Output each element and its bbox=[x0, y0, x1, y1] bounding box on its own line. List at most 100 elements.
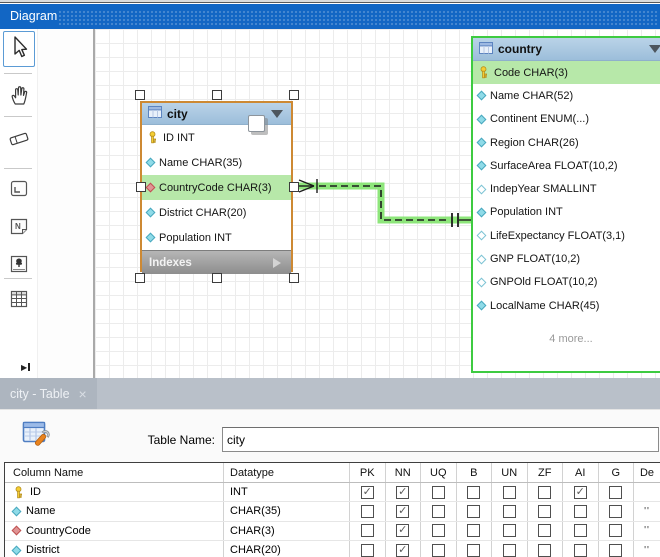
table-grid-icon bbox=[8, 289, 30, 314]
default-cell[interactable]: '' bbox=[634, 522, 660, 540]
country-table-figure[interactable]: country Code CHAR(3) Name CHAR(52) Contine… bbox=[471, 36, 660, 373]
selection-handle[interactable] bbox=[289, 90, 299, 100]
unchecked-checkbox[interactable] bbox=[609, 485, 623, 499]
selection-handle[interactable] bbox=[212, 273, 222, 283]
column-icon bbox=[476, 90, 487, 101]
default-cell[interactable]: '' bbox=[634, 502, 660, 520]
unchecked-checkbox[interactable] bbox=[538, 524, 552, 538]
datatype-cell[interactable]: CHAR(20) bbox=[224, 540, 350, 557]
unchecked-checkbox[interactable] bbox=[573, 524, 587, 538]
datatype-cell[interactable]: CHAR(35) bbox=[224, 502, 350, 521]
country-column-row[interactable]: LifeExpectancy FLOAT(3,1) bbox=[473, 224, 660, 248]
unchecked-checkbox[interactable] bbox=[502, 504, 516, 518]
checked-checkbox[interactable]: ✓ bbox=[573, 485, 587, 499]
country-column-row[interactable]: Population INT bbox=[473, 200, 660, 225]
unchecked-checkbox[interactable] bbox=[360, 504, 374, 518]
indexes-section[interactable]: Indexes bbox=[142, 250, 291, 274]
select-tool-button[interactable] bbox=[3, 31, 35, 67]
grid-row-countrycode[interactable]: CountryCode CHAR(3) ✓ '' bbox=[5, 521, 660, 541]
checked-checkbox[interactable]: ✓ bbox=[396, 485, 410, 499]
column-name-cell[interactable]: Name bbox=[5, 502, 224, 521]
note-tool-button[interactable]: N bbox=[3, 214, 35, 244]
country-column-row[interactable]: Name CHAR(52) bbox=[473, 84, 660, 108]
unchecked-checkbox[interactable] bbox=[360, 543, 374, 557]
unchecked-checkbox[interactable] bbox=[538, 543, 552, 557]
tab-close-icon[interactable]: × bbox=[79, 387, 87, 401]
relationship-connector[interactable] bbox=[289, 182, 299, 192]
unchecked-checkbox[interactable] bbox=[538, 485, 552, 499]
unchecked-checkbox[interactable] bbox=[431, 504, 445, 518]
drag-copy-badge bbox=[248, 115, 265, 132]
default-cell[interactable]: '' bbox=[634, 541, 660, 557]
city-table-header[interactable]: city bbox=[142, 103, 291, 125]
unchecked-checkbox[interactable] bbox=[502, 524, 516, 538]
column-name-cell[interactable]: ID bbox=[5, 483, 224, 502]
collapse-arrow-icon[interactable] bbox=[271, 110, 283, 118]
checked-checkbox[interactable]: ✓ bbox=[360, 485, 374, 499]
default-cell[interactable] bbox=[634, 483, 660, 501]
eraser-tool-button[interactable] bbox=[3, 126, 35, 156]
column-name-cell[interactable]: CountryCode bbox=[5, 521, 224, 540]
country-column-row[interactable]: Code CHAR(3) bbox=[473, 61, 660, 85]
grid-row-id[interactable]: ID INT ✓ ✓ ✓ bbox=[5, 483, 660, 503]
unchecked-checkbox[interactable] bbox=[502, 543, 516, 557]
datatype-cell[interactable]: INT bbox=[224, 483, 350, 502]
unchecked-checkbox[interactable] bbox=[467, 543, 481, 557]
relationship-connector[interactable] bbox=[136, 182, 146, 192]
unchecked-checkbox[interactable] bbox=[609, 524, 623, 538]
grid-row-district[interactable]: District CHAR(20) ✓ '' bbox=[5, 540, 660, 557]
checked-checkbox[interactable]: ✓ bbox=[396, 524, 410, 538]
diagram-canvas[interactable]: country Code CHAR(3) Name CHAR(52) Contine… bbox=[38, 29, 660, 378]
unchecked-checkbox[interactable] bbox=[502, 485, 516, 499]
city-column-row[interactable]: Name CHAR(35) bbox=[142, 150, 291, 175]
grid-row-name[interactable]: Name CHAR(35) ✓ '' bbox=[5, 502, 660, 522]
city-column-row[interactable]: CountryCode CHAR(3) bbox=[142, 175, 291, 200]
city-column-row[interactable]: ID INT bbox=[142, 125, 291, 150]
column-nullable-icon bbox=[476, 254, 487, 264]
unchecked-checkbox[interactable] bbox=[609, 543, 623, 557]
country-column-row[interactable]: GNPOld FLOAT(10,2) bbox=[473, 270, 660, 294]
unchecked-checkbox[interactable] bbox=[467, 504, 481, 518]
city-column-row[interactable]: Population INT bbox=[142, 225, 291, 250]
country-column-row[interactable]: IndepYear SMALLINT bbox=[473, 177, 660, 201]
grid-header-pk: PK bbox=[350, 463, 386, 482]
checked-checkbox[interactable]: ✓ bbox=[396, 543, 410, 557]
column-label: LocalName CHAR(45) bbox=[490, 299, 600, 312]
unchecked-checkbox[interactable] bbox=[431, 524, 445, 538]
unchecked-checkbox[interactable] bbox=[431, 485, 445, 499]
selection-handle[interactable] bbox=[289, 273, 299, 283]
collapse-arrow-icon[interactable] bbox=[649, 45, 660, 53]
unchecked-checkbox[interactable] bbox=[431, 543, 445, 557]
unchecked-checkbox[interactable] bbox=[360, 524, 374, 538]
table-name-input[interactable] bbox=[222, 427, 659, 452]
city-table-figure[interactable]: city ID INT Name CHAR(35) CountryCode CHAR… bbox=[135, 90, 299, 283]
selection-handle[interactable] bbox=[135, 90, 145, 100]
unchecked-checkbox[interactable] bbox=[538, 504, 552, 518]
unchecked-checkbox[interactable] bbox=[467, 524, 481, 538]
layer-tool-button[interactable] bbox=[3, 176, 35, 206]
city-column-row[interactable]: District CHAR(20) bbox=[142, 200, 291, 225]
country-column-row[interactable]: GNP FLOAT(10,2) bbox=[473, 247, 660, 271]
selection-handle[interactable] bbox=[212, 90, 222, 100]
table-tool-button[interactable] bbox=[3, 286, 35, 316]
image-tool-button[interactable] bbox=[3, 251, 35, 281]
selection-handle[interactable] bbox=[135, 273, 145, 283]
unchecked-checkbox[interactable] bbox=[467, 485, 481, 499]
column-name-cell[interactable]: District bbox=[5, 540, 224, 557]
country-column-row[interactable]: Region CHAR(26) bbox=[473, 130, 660, 155]
country-column-row[interactable]: LocalName CHAR(45) bbox=[473, 293, 660, 318]
checked-checkbox[interactable]: ✓ bbox=[396, 504, 410, 518]
country-column-row[interactable]: SurfaceArea FLOAT(10,2) bbox=[473, 154, 660, 178]
datatype-cell[interactable]: CHAR(3) bbox=[224, 521, 350, 540]
unchecked-checkbox[interactable] bbox=[573, 543, 587, 557]
unchecked-checkbox[interactable] bbox=[609, 504, 623, 518]
country-column-row[interactable]: Continent ENUM(...) bbox=[473, 107, 660, 131]
pan-tool-button[interactable] bbox=[3, 82, 35, 112]
diagram-tab-label[interactable]: Diagram bbox=[10, 9, 57, 23]
flag-cell-un bbox=[492, 521, 528, 540]
toolbar-expand-button[interactable]: ▶ bbox=[21, 361, 37, 373]
unchecked-checkbox[interactable] bbox=[573, 504, 587, 518]
country-more-columns[interactable]: 4 more... bbox=[473, 333, 660, 345]
tab-city-table[interactable]: city - Table × bbox=[0, 378, 97, 409]
country-table-header[interactable]: country bbox=[473, 38, 660, 61]
